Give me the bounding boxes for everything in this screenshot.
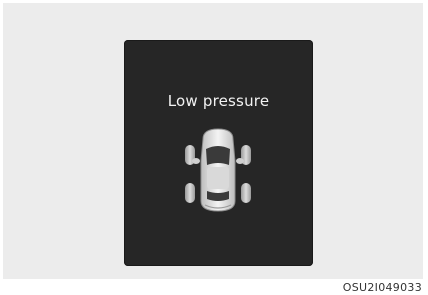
car-top-view-icon — [185, 128, 251, 212]
car-tire-pressure-icon — [183, 125, 253, 215]
low-pressure-message: Low pressure — [167, 92, 270, 110]
rear-left-tire-indicator — [185, 183, 195, 203]
cluster-display: Low pressure — [124, 40, 313, 266]
rear-right-tire-indicator — [241, 183, 251, 203]
figure-code: OSU2I049033 — [342, 281, 422, 294]
